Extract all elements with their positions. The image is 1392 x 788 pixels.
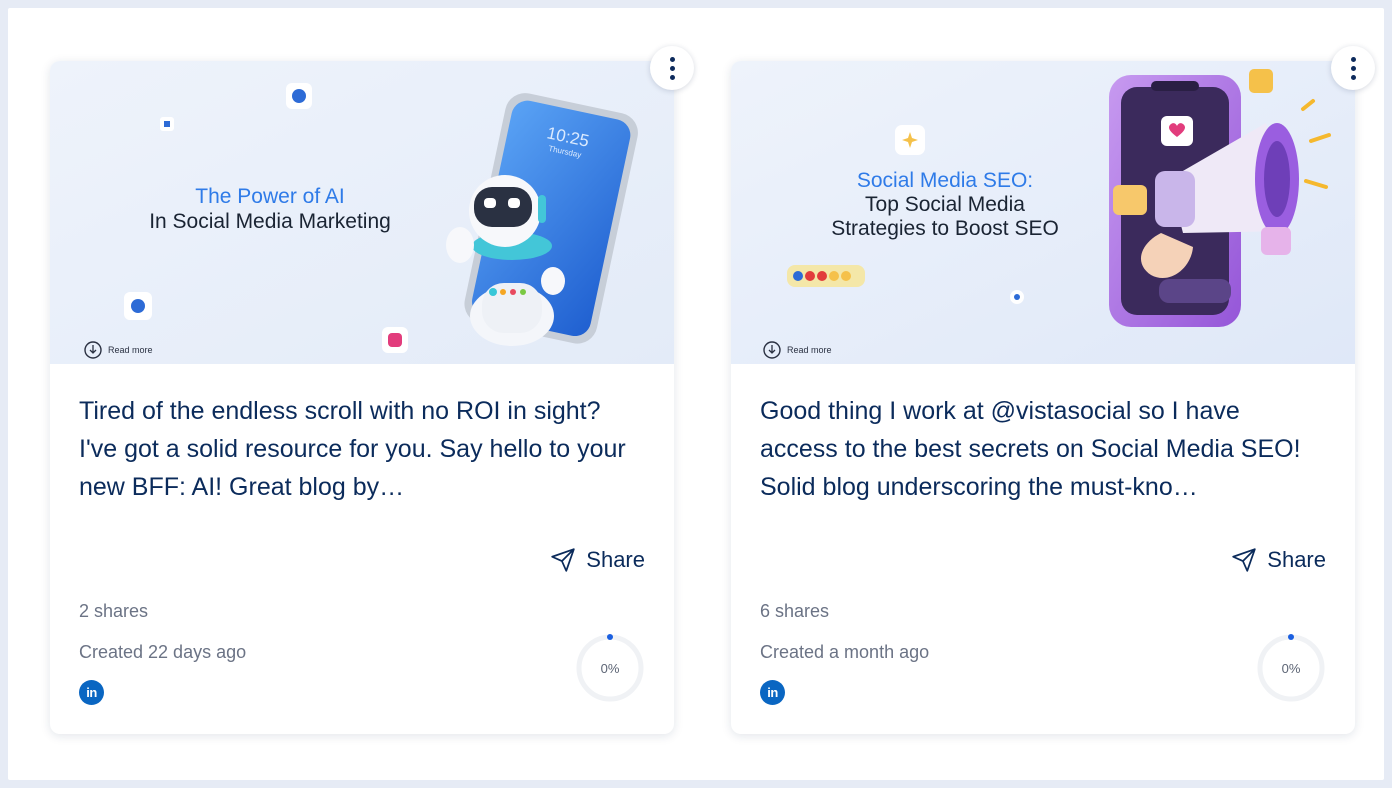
linkedin-icon: in <box>79 680 104 705</box>
shares-count: 6 shares <box>760 601 830 621</box>
chat-badge-icon <box>1249 69 1273 93</box>
post-image[interactable]: The Power of AI In Social Media Marketin… <box>50 61 674 364</box>
share-label: Share <box>586 547 645 572</box>
read-more-label: Read more <box>108 345 153 355</box>
image-title-line2: Top Social Media <box>865 193 1025 216</box>
progress-percent: 0% <box>1281 660 1301 676</box>
image-title-line3: Strategies to Boost SEO <box>831 217 1059 240</box>
share-label: Share <box>1267 547 1326 572</box>
created-date: Created a month ago <box>760 642 930 662</box>
created-date: Created 22 days ago <box>79 642 247 662</box>
share-button[interactable]: Share <box>1231 545 1326 575</box>
send-icon <box>551 548 575 572</box>
image-badge-icon <box>1261 227 1291 255</box>
image-title-line1: Social Media SEO: <box>857 169 1033 192</box>
read-more-label: Read more <box>787 345 832 355</box>
linkedin-icon: in <box>760 680 785 705</box>
kebab-menu-icon <box>669 56 675 62</box>
shares-count: 2 shares <box>79 601 149 621</box>
content-panel: The Power of AI In Social Media Marketin… <box>8 8 1384 780</box>
progress-ring: 0% <box>575 633 645 703</box>
progress-ring: 0% <box>1256 633 1326 703</box>
like-badge-icon <box>1113 185 1147 215</box>
share-button[interactable]: Share <box>550 545 645 575</box>
post-image[interactable]: Social Media SEO: Top Social Media Strat… <box>731 61 1355 364</box>
image-title-line1: The Power of AI <box>195 185 344 208</box>
kebab-menu-icon <box>1350 56 1356 62</box>
more-options-button[interactable] <box>650 46 694 90</box>
image-title-line2: In Social Media Marketing <box>149 210 391 233</box>
post-caption[interactable]: Tired of the endless scroll with no ROI … <box>79 392 639 506</box>
progress-percent: 0% <box>600 660 620 676</box>
post-card[interactable]: The Power of AI In Social Media Marketin… <box>50 46 694 734</box>
post-card[interactable]: Social Media SEO: Top Social Media Strat… <box>731 46 1375 734</box>
post-caption[interactable]: Good thing I work at @vistasocial so I h… <box>760 392 1320 506</box>
send-icon <box>1232 548 1256 572</box>
more-options-button[interactable] <box>1331 46 1375 90</box>
